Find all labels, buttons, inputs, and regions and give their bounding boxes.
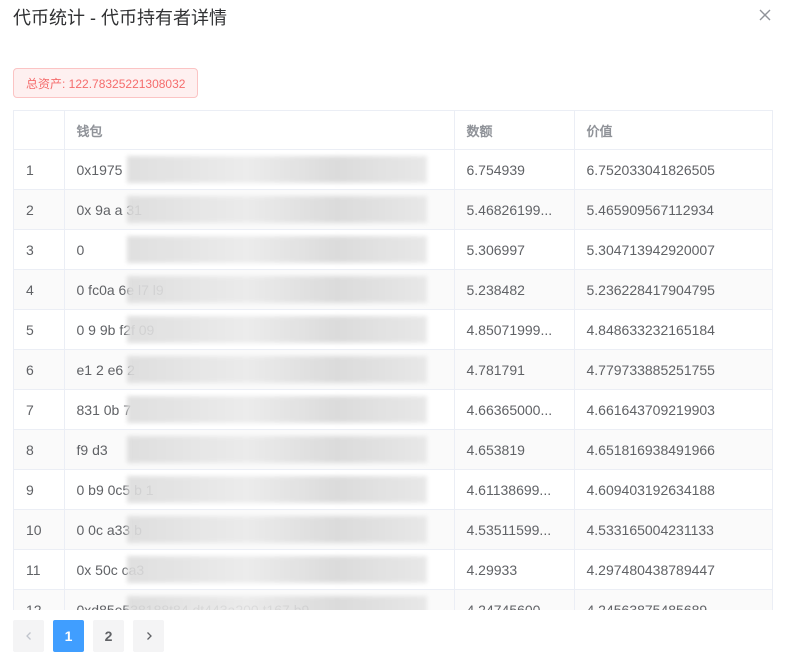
table-row: 1 0x1975 6.754939 6.752033041826505 — [14, 149, 772, 190]
redaction-mask — [126, 516, 427, 543]
cell-index: 11 — [14, 549, 65, 590]
cell-index: 5 — [14, 309, 65, 350]
cell-index: 7 — [14, 389, 65, 430]
cell-amount: 5.46826199... — [454, 189, 575, 230]
wallet-address-text: 831 0b 7 — [76, 401, 132, 418]
table-row: 90 b9 0c5 b 1 4.61138699... 4.609403192634… — [14, 469, 772, 510]
cell-index: 12 — [14, 589, 65, 610]
dialog-title: 代币统计 - 代币持有者详情 — [13, 8, 227, 28]
cell-index: 2 — [14, 189, 65, 230]
page-2-button[interactable]: 2 — [93, 620, 124, 652]
wallet-address-text: f9 d3 — [76, 441, 108, 458]
cell-wallet: 831 0b 7 — [64, 389, 455, 430]
cell-wallet: 0 — [64, 229, 455, 270]
cell-value: 6.752033041826505 — [574, 149, 772, 190]
header-index — [14, 111, 65, 150]
table-row: 40 fc0a 6e l7 l9 5.238482 5.23622841790479… — [14, 269, 772, 310]
cell-value: 4.609403192634188 — [574, 469, 772, 510]
cell-amount: 4.653819 — [454, 429, 575, 470]
cell-index: 4 — [14, 269, 65, 310]
redaction-mask — [126, 276, 427, 303]
redaction-mask — [126, 476, 427, 503]
cell-value: 4.297480438789447 — [574, 549, 772, 590]
cell-index: 10 — [14, 509, 65, 550]
cell-amount: 4.61138699... — [454, 469, 575, 510]
redaction-mask — [126, 556, 427, 583]
redaction-mask — [126, 316, 427, 343]
cell-wallet: 0 b9 0c5 b 1 — [64, 469, 455, 510]
cell-wallet: 0x 9a a 31 — [64, 189, 455, 230]
cell-amount: 5.306997 — [454, 229, 575, 270]
cell-value: 5.236228417904795 — [574, 269, 772, 310]
wallet-address-text: 0 — [76, 241, 85, 258]
table-row: 10 0 0c a33 b 4.53511599... 4.5331650042311… — [14, 509, 772, 550]
cell-index: 3 — [14, 229, 65, 270]
cell-value: 4.779733885251755 — [574, 349, 772, 390]
table-row: 7 831 0b 7 4.66365000... 4.661643709219903 — [14, 389, 772, 430]
cell-value: 4.848633232165184 — [574, 309, 772, 350]
cell-amount: 5.238482 — [454, 269, 575, 310]
header-value: 价值 — [574, 111, 772, 150]
cell-wallet: f9 d3 — [64, 429, 455, 470]
next-page-button[interactable] — [133, 620, 164, 652]
wallet-address-text: 0x1975 — [76, 161, 123, 178]
cell-index: 8 — [14, 429, 65, 470]
cell-amount: 4.24745600 — [454, 589, 575, 610]
cell-index: 1 — [14, 149, 65, 190]
redaction-mask — [126, 396, 427, 423]
page-1-button[interactable]: 1 — [53, 620, 84, 652]
cell-amount: 6.754939 — [454, 149, 575, 190]
table-row: 3 0 5.306997 5.304713942920007 — [14, 229, 772, 270]
redaction-mask — [126, 436, 427, 463]
total-assets-badge: 总资产: 122.78325221308032 — [13, 68, 199, 98]
holders-table: 钱包 数额 价值 1 0x1975 6.754939 6.75203304182650… — [13, 110, 773, 610]
cell-value: 4.651816938491966 — [574, 429, 772, 470]
cell-value: 5.465909567112934 — [574, 189, 772, 230]
redaction-mask — [126, 196, 427, 223]
cell-index: 6 — [14, 349, 65, 390]
prev-page-button[interactable] — [13, 620, 44, 652]
cell-value: 5.304713942920007 — [574, 229, 772, 270]
table-row: 6 e1 2 e6 2 4.781791 4.779733885251755 — [14, 349, 772, 390]
cell-wallet: 0 9 9b f2f 09 — [64, 309, 455, 350]
chevron-left-icon — [25, 632, 31, 640]
table-row: 8 f9 d3 4.653819 4.651816938491966 — [14, 429, 772, 470]
cell-value: 4.24563875485689 — [574, 589, 772, 610]
cell-wallet: 0x1975 — [64, 149, 455, 190]
chevron-right-icon — [146, 632, 152, 640]
cell-amount: 4.53511599... — [454, 509, 575, 550]
table-row: 50 9 9b f2f 09 4.85071999... 4.84863323216… — [14, 309, 772, 350]
pagination: 1 2 — [13, 620, 164, 652]
cell-amount: 4.781791 — [454, 349, 575, 390]
table-header-row: 钱包 数额 价值 — [14, 111, 772, 150]
close-icon[interactable] — [757, 7, 773, 23]
header-wallet: 钱包 — [64, 111, 455, 150]
cell-value: 4.661643709219903 — [574, 389, 772, 430]
redaction-mask — [126, 596, 427, 610]
holders-dialog: 代币统计 - 代币持有者详情 总资产: 122.78325221308032 钱… — [0, 0, 787, 664]
cell-value: 4.533165004231133 — [574, 509, 772, 550]
table-row: 2 0x 9a a 31 5.46826199... 5.46590956711293… — [14, 189, 772, 230]
cell-amount: 4.85071999... — [454, 309, 575, 350]
table-row: 120xd85e538188t84 dt443a200 t167 b94.247… — [14, 589, 772, 610]
cell-amount: 4.66365000... — [454, 389, 575, 430]
redaction-mask — [126, 236, 427, 263]
cell-amount: 4.29933 — [454, 549, 575, 590]
cell-wallet: 0 0c a33 b — [64, 509, 455, 550]
cell-wallet: e1 2 e6 2 — [64, 349, 455, 390]
redaction-mask — [126, 356, 427, 383]
header-amount: 数额 — [454, 111, 575, 150]
cell-wallet: 0xd85e538188t84 dt443a200 t167 b9 — [64, 589, 455, 610]
cell-index: 9 — [14, 469, 65, 510]
cell-wallet: 0x 50c ca3 — [64, 549, 455, 590]
redaction-mask — [126, 156, 427, 183]
table-row: 11 0x 50c ca3 4.29933 4.297480438789447 — [14, 549, 772, 590]
cell-wallet: 0 fc0a 6e l7 l9 — [64, 269, 455, 310]
